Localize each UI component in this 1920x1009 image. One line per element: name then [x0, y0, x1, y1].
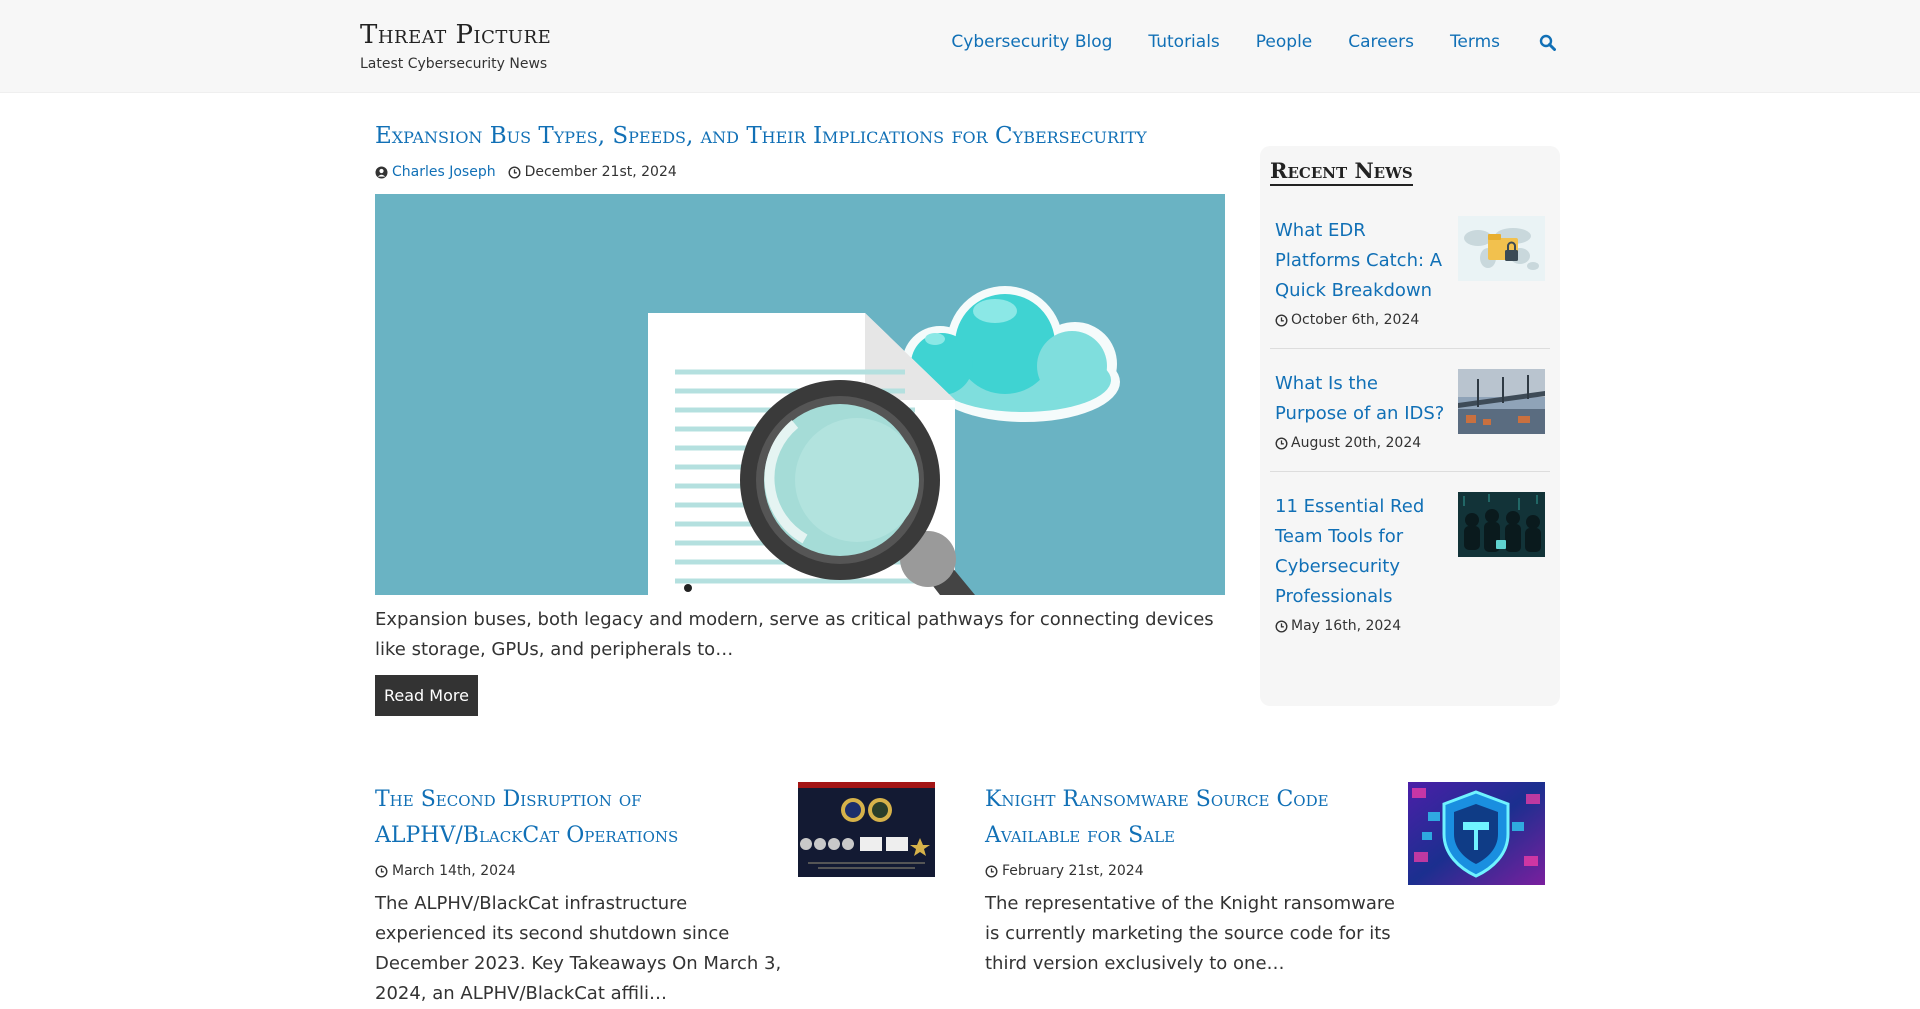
post-card: Knight Ransomware Source Code Available …: [985, 782, 1545, 979]
search-icon[interactable]: [1536, 30, 1558, 54]
post-thumbnail[interactable]: [1408, 782, 1545, 885]
clock-icon: [1275, 619, 1288, 633]
site-title[interactable]: Threat Picture: [360, 20, 551, 50]
news-date: October 6th, 2024: [1291, 312, 1420, 328]
nav-people[interactable]: People: [1256, 30, 1312, 54]
post-title[interactable]: Knight Ransomware Source Code Available …: [985, 782, 1375, 854]
post-excerpt: The representative of the Knight ransomw…: [985, 893, 1395, 974]
post-date: March 14th, 2024: [392, 863, 516, 879]
list-item: What Is the Purpose of an IDS? August 20…: [1270, 369, 1550, 472]
clock-icon: [375, 864, 388, 878]
nav-tutorials[interactable]: Tutorials: [1148, 30, 1219, 54]
nav-careers[interactable]: Careers: [1348, 30, 1414, 54]
news-thumbnail[interactable]: [1458, 492, 1545, 557]
featured-title[interactable]: Expansion Bus Types, Speeds, and Their I…: [375, 120, 1225, 152]
site-header: Threat Picture Latest Cybersecurity News…: [0, 0, 1920, 93]
main-nav: Cybersecurity Blog Tutorials People Care…: [915, 30, 1558, 54]
news-thumbnail[interactable]: [1458, 369, 1545, 434]
news-link[interactable]: What EDR Platforms Catch: A Quick Breakd…: [1275, 220, 1442, 301]
post-excerpt: The ALPHV/BlackCat infrastructure experi…: [375, 893, 782, 1004]
news-link[interactable]: 11 Essential Red Team Tools for Cybersec…: [1275, 496, 1424, 607]
post-thumbnail[interactable]: [798, 782, 935, 877]
nav-terms[interactable]: Terms: [1450, 30, 1500, 54]
list-item: 11 Essential Red Team Tools for Cybersec…: [1270, 492, 1550, 654]
read-more-button[interactable]: Read More: [375, 675, 478, 716]
recent-news-list: What EDR Platforms Catch: A Quick Breakd…: [1270, 216, 1550, 654]
news-link[interactable]: What Is the Purpose of an IDS?: [1275, 373, 1444, 424]
site-tagline: Latest Cybersecurity News: [360, 56, 548, 72]
user-icon: [375, 166, 388, 179]
post-card: The Second Disruption of ALPHV/BlackCat …: [375, 782, 935, 1009]
featured-image[interactable]: [375, 194, 1225, 595]
recent-news-sidebar: Recent News What EDR Platforms Catch: A …: [1260, 146, 1560, 706]
news-date: May 16th, 2024: [1291, 618, 1402, 634]
brand: Threat Picture Latest Cybersecurity News: [360, 20, 551, 72]
post-date: February 21st, 2024: [1002, 863, 1144, 879]
clock-icon: [985, 864, 998, 878]
clock-icon: [1275, 436, 1288, 450]
featured-meta: Charles Joseph December 21st, 2024: [375, 164, 1225, 180]
news-thumbnail[interactable]: [1458, 216, 1545, 281]
news-date: August 20th, 2024: [1291, 435, 1422, 451]
sidebar-title: Recent News: [1270, 158, 1413, 186]
featured-article: Expansion Bus Types, Speeds, and Their I…: [375, 120, 1225, 716]
author-link[interactable]: Charles Joseph: [392, 164, 496, 180]
clock-icon: [508, 165, 521, 179]
clock-icon: [1275, 313, 1288, 327]
list-item: What EDR Platforms Catch: A Quick Breakd…: [1270, 216, 1550, 349]
nav-cybersecurity-blog[interactable]: Cybersecurity Blog: [951, 30, 1112, 54]
featured-excerpt: Expansion buses, both legacy and modern,…: [375, 609, 1214, 660]
featured-date: December 21st, 2024: [524, 164, 677, 180]
post-title[interactable]: The Second Disruption of ALPHV/BlackCat …: [375, 782, 765, 854]
